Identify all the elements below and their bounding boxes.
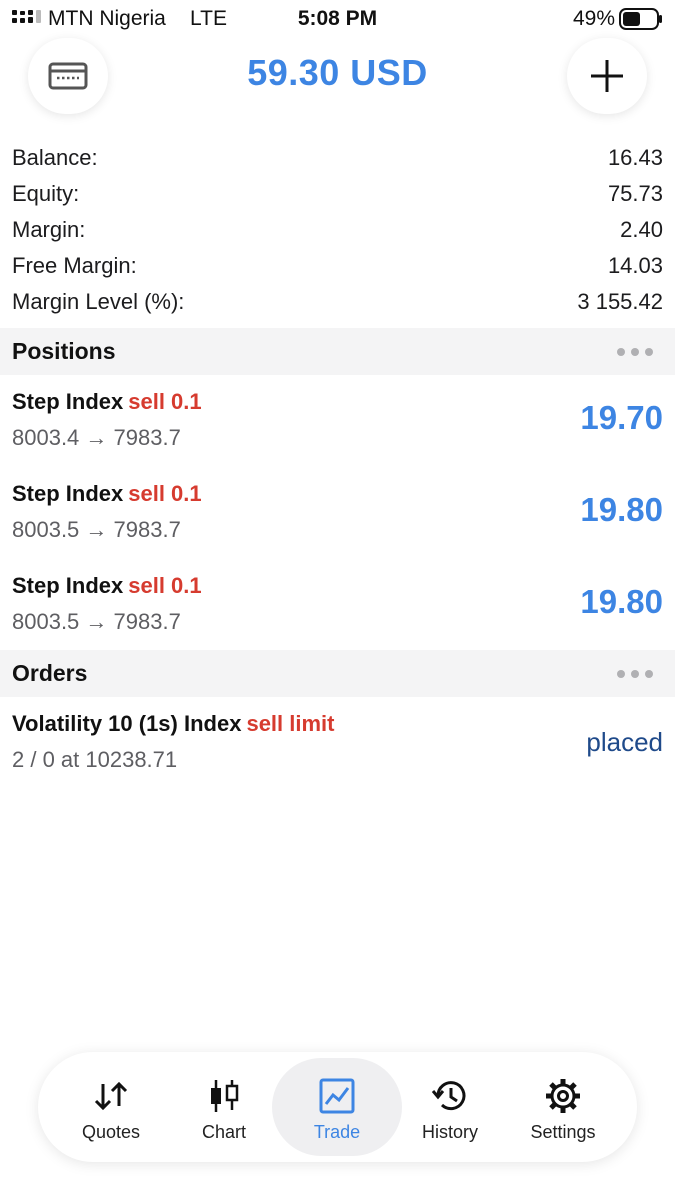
positions-section-header: Positions xyxy=(0,328,675,375)
order-row[interactable]: Volatility 10 (1s) Index sell limit 2 / 0… xyxy=(0,697,675,789)
more-options-icon[interactable] xyxy=(617,669,663,678)
tab-label: Quotes xyxy=(81,1122,141,1142)
position-row[interactable]: Step Index sell 0.1 8003.5 → 7983.7 19.80 xyxy=(0,559,675,651)
position-symbol: Step Index xyxy=(12,573,124,598)
tab-label: Chart xyxy=(201,1122,246,1142)
tab-label: Settings xyxy=(530,1122,596,1142)
tab-quotes[interactable]: Quotes xyxy=(46,1058,176,1156)
order-details: 2 / 0 at 10238.71 xyxy=(12,747,178,772)
summary-row-margin-level: Margin Level (%): 3 155.42 xyxy=(0,284,675,320)
candlestick-chart-icon xyxy=(211,1080,239,1112)
summary-row-free-margin: Free Margin: 14.03 xyxy=(0,248,675,284)
more-options-icon[interactable] xyxy=(617,347,663,356)
position-direction: sell 0.1 xyxy=(128,573,202,598)
signal-strength-icon xyxy=(12,10,41,23)
equity-value: 75.73 xyxy=(607,181,663,206)
margin-level-value: 3 155.42 xyxy=(577,289,663,314)
summary-row-equity: Equity: 75.73 xyxy=(0,176,675,212)
quotes-arrows-icon xyxy=(94,1081,128,1111)
gear-icon xyxy=(546,1079,580,1113)
tab-chart[interactable]: Chart xyxy=(159,1058,289,1156)
tab-trade[interactable]: Trade xyxy=(272,1058,402,1156)
order-direction: sell limit xyxy=(246,711,335,736)
position-prices: 8003.4 → 7983.7 xyxy=(12,425,181,450)
free-margin-label: Free Margin: xyxy=(12,253,137,278)
balance-value: 16.43 xyxy=(607,145,663,170)
summary-row-margin: Margin: 2.40 xyxy=(0,212,675,248)
account-card-button[interactable] xyxy=(28,38,108,114)
orders-section-header: Orders xyxy=(0,650,675,697)
account-summary: Balance: 16.43 Equity: 75.73 Margin: 2.4… xyxy=(0,140,675,320)
card-icon xyxy=(48,62,88,90)
trade-chart-icon xyxy=(319,1078,355,1114)
battery-icon xyxy=(619,8,662,30)
carrier-name: MTN Nigeria xyxy=(48,7,166,30)
header: 59.30 USD xyxy=(0,38,675,134)
order-symbol: Volatility 10 (1s) Index xyxy=(12,711,242,736)
tab-settings[interactable]: Settings xyxy=(498,1058,628,1156)
position-profit: 19.70 xyxy=(580,399,663,436)
tab-history[interactable]: History xyxy=(385,1058,515,1156)
tab-label: Trade xyxy=(313,1122,361,1142)
orders-title: Orders xyxy=(12,660,88,686)
positions-title: Positions xyxy=(12,338,116,364)
free-margin-value: 14.03 xyxy=(607,253,663,278)
new-order-button[interactable] xyxy=(567,38,647,114)
plus-icon xyxy=(591,60,623,92)
position-direction: sell 0.1 xyxy=(128,389,202,414)
margin-label: Margin: xyxy=(12,217,86,242)
position-profit: 19.80 xyxy=(580,491,663,528)
position-row[interactable]: Step Index sell 0.1 8003.4 → 7983.7 19.70 xyxy=(0,375,675,467)
margin-level-label: Margin Level (%): xyxy=(12,289,185,314)
status-bar: MTN Nigeria LTE 5:08 PM 49% xyxy=(0,0,675,38)
equity-label: Equity: xyxy=(12,181,80,206)
position-direction: sell 0.1 xyxy=(128,481,202,506)
order-status: placed xyxy=(586,727,663,757)
balance-label: Balance: xyxy=(12,145,98,170)
margin-value: 2.40 xyxy=(620,217,663,242)
position-prices: 8003.5 → 7983.7 xyxy=(12,517,181,542)
summary-row-balance: Balance: 16.43 xyxy=(0,140,675,176)
bottom-tab-bar: Quotes Chart Trade History Settings xyxy=(38,1052,637,1162)
tab-label: History xyxy=(421,1122,478,1142)
battery-percent: 49% xyxy=(572,7,615,30)
position-row[interactable]: Step Index sell 0.1 8003.5 → 7983.7 19.80 xyxy=(0,467,675,559)
history-clock-icon xyxy=(431,1081,466,1111)
position-profit: 19.80 xyxy=(580,583,663,620)
position-symbol: Step Index xyxy=(12,389,124,414)
position-symbol: Step Index xyxy=(12,481,124,506)
position-prices: 8003.5 → 7983.7 xyxy=(12,609,181,634)
network-type: LTE xyxy=(190,7,227,30)
